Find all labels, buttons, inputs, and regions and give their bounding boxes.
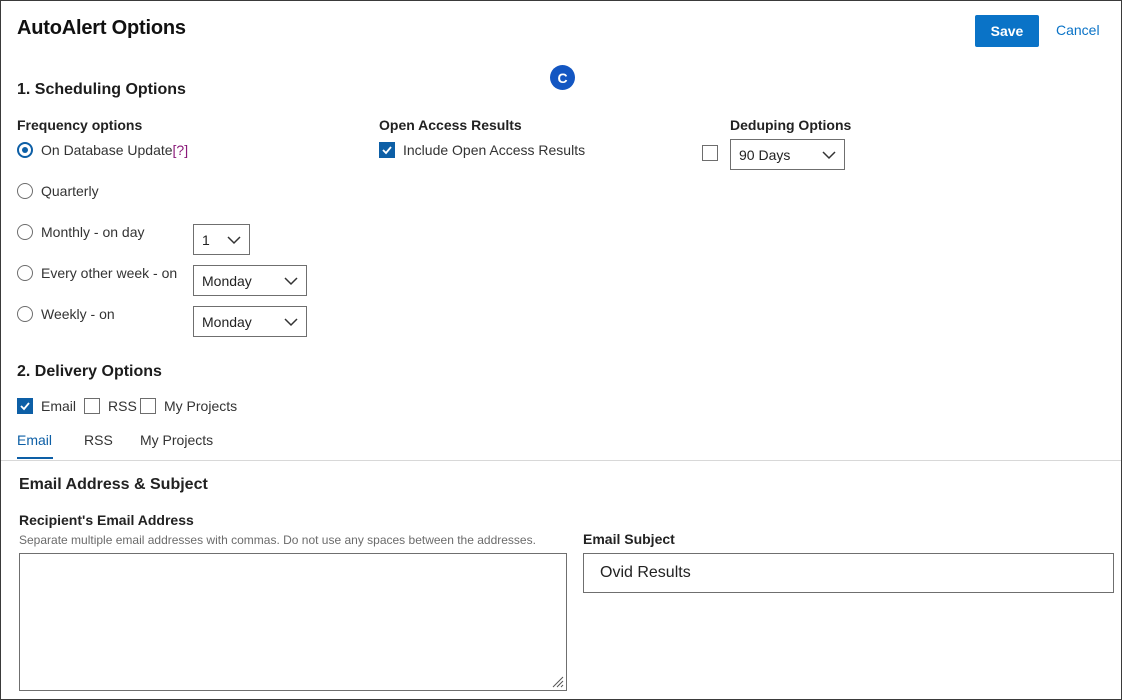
rss-checkbox-label: RSS <box>108 398 137 414</box>
every-other-week-day-select[interactable]: Monday <box>193 265 307 296</box>
scheduling-section-title: 1. Scheduling Options <box>17 81 186 98</box>
weekly-day-select[interactable]: Monday <box>193 306 307 337</box>
delivery-checkbox-my-projects[interactable]: My Projects <box>140 398 237 414</box>
tab-my-projects[interactable]: My Projects <box>140 432 213 448</box>
select-value: Monday <box>202 272 252 289</box>
delivery-checkbox-email[interactable]: Email <box>17 398 76 414</box>
radio-button[interactable] <box>17 224 33 240</box>
checkmark-icon <box>382 146 392 155</box>
tab-rss[interactable]: RSS <box>84 432 113 448</box>
my-projects-checkbox-label: My Projects <box>164 398 238 414</box>
email-checkbox[interactable] <box>17 398 33 414</box>
chevron-down-icon <box>822 151 836 160</box>
radio-label: On Database Update <box>41 142 173 158</box>
include-open-access-checkbox[interactable] <box>379 142 395 158</box>
frequency-options-label: Frequency options <box>17 117 143 133</box>
radio-button[interactable] <box>17 183 33 199</box>
autoalert-dialog: AutoAlert Options Save Cancel C 1. Sched… <box>0 0 1122 700</box>
cancel-link[interactable]: Cancel <box>1056 22 1100 38</box>
select-value: 90 Days <box>739 146 791 163</box>
radio-option-weekly[interactable]: Weekly - on <box>17 306 115 322</box>
recipient-email-label: Recipient's Email Address <box>19 512 194 528</box>
chevron-down-icon <box>284 318 298 327</box>
email-subject-label: Email Subject <box>583 531 675 547</box>
delivery-checkbox-rss[interactable]: RSS <box>84 398 137 414</box>
email-checkbox-label: Email <box>41 398 77 414</box>
chevron-down-icon <box>284 277 298 286</box>
radio-label: Every other week - on <box>41 265 178 281</box>
email-subject-input[interactable]: Ovid Results <box>583 553 1114 593</box>
active-tab-indicator <box>17 457 53 459</box>
my-projects-checkbox[interactable] <box>140 398 156 414</box>
resize-handle-icon[interactable] <box>549 673 565 689</box>
tab-email[interactable]: Email <box>17 432 52 448</box>
radio-label: Weekly - on <box>41 306 115 322</box>
tab-divider <box>1 460 1121 461</box>
deduping-checkbox[interactable] <box>702 145 718 161</box>
dialog-title: AutoAlert Options <box>17 17 186 39</box>
select-value: Monday <box>202 313 252 330</box>
chevron-down-icon <box>227 236 241 245</box>
checkmark-icon <box>20 402 30 411</box>
recipient-email-textarea[interactable] <box>19 553 567 691</box>
rss-checkbox[interactable] <box>84 398 100 414</box>
recipient-email-hint: Separate multiple email addresses with c… <box>19 533 536 547</box>
radio-button[interactable] <box>17 265 33 281</box>
select-value: 1 <box>202 231 210 248</box>
delivery-section-title: 2. Delivery Options <box>17 363 162 380</box>
radio-option-quarterly[interactable]: Quarterly <box>17 183 99 199</box>
deduping-period-select[interactable]: 90 Days <box>730 139 845 170</box>
floating-c-badge[interactable]: C <box>550 65 575 90</box>
radio-button[interactable] <box>17 306 33 322</box>
radio-option-database-update[interactable]: On Database Update [?] <box>17 142 188 158</box>
radio-button[interactable] <box>17 142 33 158</box>
open-access-label: Open Access Results <box>379 117 522 133</box>
deduping-options-label: Deduping Options <box>730 117 852 133</box>
save-button[interactable]: Save <box>975 15 1039 47</box>
radio-label: Monthly - on day <box>41 224 145 240</box>
email-panel-title: Email Address & Subject <box>19 476 208 493</box>
include-open-access-text: Include Open Access Results <box>403 142 586 158</box>
radio-option-every-other-week[interactable]: Every other week - on <box>17 265 177 281</box>
radio-option-monthly[interactable]: Monthly - on day <box>17 224 145 240</box>
include-open-access-option[interactable]: Include Open Access Results <box>379 142 585 158</box>
help-link[interactable]: [?] <box>173 142 189 158</box>
radio-label: Quarterly <box>41 183 99 199</box>
monthly-day-select[interactable]: 1 <box>193 224 250 255</box>
